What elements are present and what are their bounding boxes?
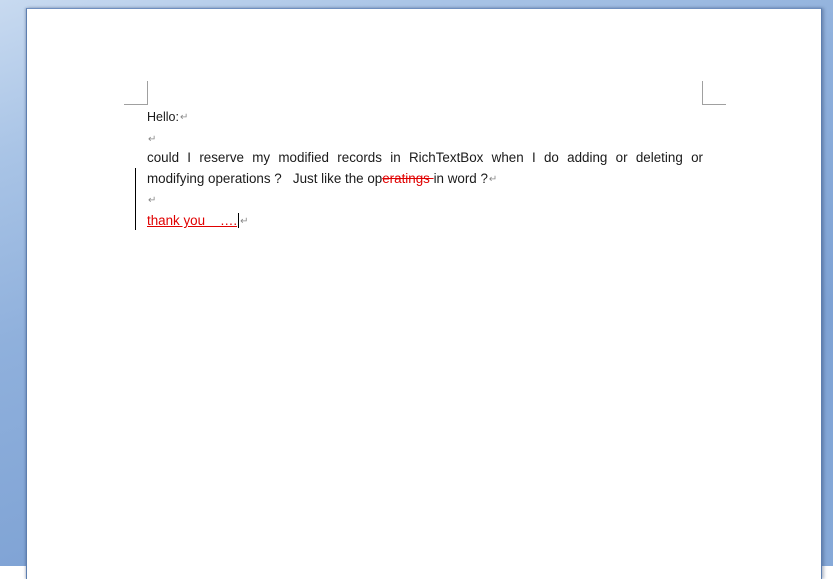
question-word: deleting xyxy=(635,150,683,165)
paragraph-question-line1[interactable]: could Ireserve my modified records in RichText… xyxy=(147,147,703,168)
paragraph-mark: ↵ xyxy=(179,112,189,123)
question-word: adding xyxy=(567,150,608,165)
paragraph-mark: ↵ xyxy=(240,216,249,227)
revision-change-bar xyxy=(135,168,136,230)
question-word: or xyxy=(615,150,628,165)
question-word: records xyxy=(337,150,382,165)
question-word: could xyxy=(147,150,180,165)
question-word: or xyxy=(691,150,703,165)
question-word: do xyxy=(543,150,559,165)
question-word: RichTextBox xyxy=(408,150,484,165)
question-word: when xyxy=(491,150,524,165)
hello-text: Hello: xyxy=(147,110,179,124)
question-word: modified xyxy=(278,150,330,165)
document-workspace: Hello:↵ ↵ could Ireserve my modified records… xyxy=(0,0,833,579)
text-cursor xyxy=(238,213,240,228)
paragraph-hello[interactable]: Hello:↵ xyxy=(147,107,703,128)
question-word: reserve xyxy=(199,150,244,165)
tracked-insertion: thank you …. xyxy=(147,213,238,228)
top-left-margin-corner xyxy=(124,81,148,105)
document-page[interactable]: Hello:↵ ↵ could Ireserve my modified records… xyxy=(26,8,822,579)
paragraph-thanks[interactable]: thank you …. ↵ xyxy=(147,210,703,232)
question-text-after-deletion: in word ? xyxy=(433,171,488,186)
paragraph-mark: ↵ xyxy=(148,134,157,145)
paragraph-mark: ↵ xyxy=(488,174,498,185)
tracked-deletion: eratings xyxy=(382,171,434,186)
paragraph-mark: ↵ xyxy=(148,195,157,206)
question-word: I xyxy=(187,150,192,165)
question-word: my xyxy=(252,150,271,165)
question-text-before-deletion: modifying operations ? Just like the op xyxy=(147,171,383,186)
top-right-margin-corner xyxy=(702,81,726,105)
question-word: I xyxy=(531,150,536,165)
paragraph-empty[interactable]: ↵ xyxy=(147,189,703,211)
question-word: in xyxy=(390,150,401,165)
paragraph-question-line2[interactable]: modifying operations ? Just like the ope… xyxy=(147,168,703,190)
